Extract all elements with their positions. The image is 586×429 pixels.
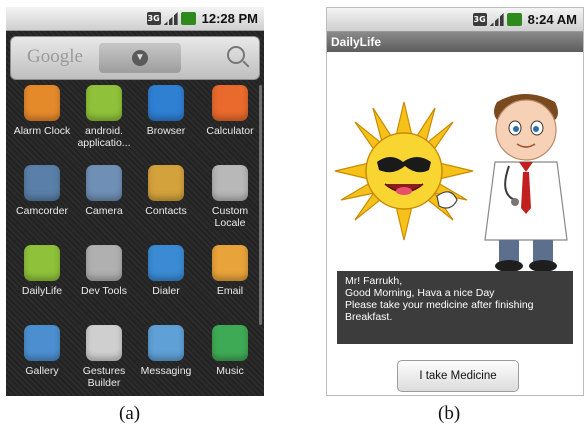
gear-icon: [86, 245, 122, 281]
globe-icon: [148, 85, 184, 121]
app-label: Gestures Builder: [82, 365, 126, 389]
app-label: Camcorder: [16, 205, 68, 217]
battery-icon: [180, 12, 196, 25]
app-label: android. applicatio...: [77, 125, 131, 149]
app-item[interactable]: android. applicatio...: [72, 85, 136, 149]
network-3g-icon: 3G: [146, 12, 161, 25]
app-item[interactable]: Custom Locale: [198, 165, 262, 229]
app-label: Music: [216, 365, 244, 377]
signal-icon: [163, 12, 178, 25]
scrollbar[interactable]: [259, 85, 262, 325]
app-launcher-screen: 3G 12:28 PM Google ▼ Alarm Clock android.…: [6, 7, 264, 396]
app-label: Browser: [146, 125, 186, 137]
android-app-icon: [86, 85, 122, 121]
app-label: DailyLife: [21, 285, 63, 297]
app-item[interactable]: Gestures Builder: [72, 325, 136, 389]
app-label: Contacts: [145, 205, 187, 217]
search-icon[interactable]: [227, 46, 245, 64]
search-source-selector[interactable]: ▼: [99, 43, 181, 73]
app-label: Email: [216, 285, 244, 297]
app-item[interactable]: Camcorder: [10, 165, 74, 217]
alarm-clock-icon: [24, 85, 60, 121]
android-app-icon: [24, 245, 60, 281]
caption-b: (b): [438, 403, 461, 424]
contacts-icon: [148, 165, 184, 201]
phone-icon: [148, 245, 184, 281]
app-item[interactable]: Alarm Clock: [10, 85, 74, 137]
reminder-message: Mr! Farrukh, Good Morning, Hava a nice D…: [337, 271, 573, 344]
app-item[interactable]: Camera: [72, 165, 136, 217]
signal-icon: [489, 13, 504, 26]
app-item[interactable]: Music: [198, 325, 262, 377]
status-time: 12:28 PM: [201, 11, 258, 26]
status-bar: 3G 8:24 AM: [327, 8, 583, 32]
camcorder-icon: [24, 165, 60, 201]
app-label: Dialer: [152, 285, 180, 297]
caption-a: (a): [119, 403, 141, 424]
message-line: Mr! Farrukh,: [345, 275, 403, 287]
message-line: Breakfast.: [345, 311, 393, 323]
message-line: Good Morning, Hava a nice Day: [345, 287, 495, 299]
app-label: Alarm Clock: [13, 125, 71, 137]
app-label: Custom Locale: [211, 205, 249, 229]
messaging-icon: [148, 325, 184, 361]
doctor-illustration: [484, 94, 568, 272]
status-time: 8:24 AM: [527, 12, 577, 27]
dailylife-screen: 3G 8:24 AM DailyLife Mr! Farrukh, Good M…: [326, 7, 584, 396]
google-search-bar[interactable]: Google ▼: [10, 36, 260, 80]
email-icon: [212, 245, 248, 281]
app-item[interactable]: Gallery: [10, 325, 74, 377]
gallery-icon: [24, 325, 60, 361]
app-item[interactable]: Calculator: [198, 85, 262, 137]
app-label: Calculator: [206, 125, 254, 137]
app-item[interactable]: Browser: [134, 85, 198, 137]
take-medicine-button[interactable]: I take Medicine: [397, 360, 519, 392]
camera-icon: [86, 165, 122, 201]
app-item[interactable]: Email: [198, 245, 262, 297]
app-title: DailyLife: [327, 32, 583, 52]
calculator-icon: [212, 85, 248, 121]
sun-mascot-illustration: [334, 101, 474, 241]
app-item[interactable]: DailyLife: [10, 245, 74, 297]
search-placeholder: Google: [27, 46, 83, 67]
music-icon: [212, 325, 248, 361]
app-label: Messaging: [140, 365, 192, 377]
status-bar: 3G 12:28 PM: [6, 7, 264, 31]
app-item[interactable]: Messaging: [134, 325, 198, 377]
gear-icon: [212, 165, 248, 201]
app-label: Gallery: [25, 365, 59, 377]
app-label: Dev Tools: [81, 285, 127, 297]
app-item[interactable]: Contacts: [134, 165, 198, 217]
app-item[interactable]: Dialer: [134, 245, 198, 297]
app-label: Camera: [85, 205, 123, 217]
battery-icon: [506, 13, 522, 26]
network-3g-icon: 3G: [472, 13, 487, 26]
gestures-icon: [86, 325, 122, 361]
message-line: Please take your medicine after finishin…: [345, 299, 534, 311]
chevron-down-icon: ▼: [132, 50, 148, 66]
app-item[interactable]: Dev Tools: [72, 245, 136, 297]
